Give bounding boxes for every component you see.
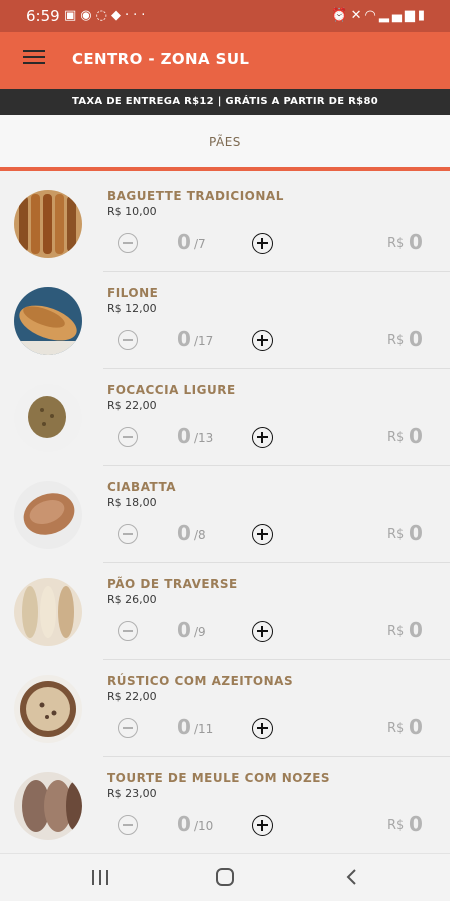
baguette-photo [14,190,82,258]
decrease-quantity-button[interactable] [118,815,138,835]
traverse-photo [14,578,82,646]
wifi-icon: ◠ [364,8,379,23]
increase-quantity-button[interactable] [252,524,273,545]
increase-quantity-button[interactable] [252,815,273,836]
decrease-quantity-button[interactable] [118,233,138,253]
vpn-icon: ◆ [110,8,125,23]
product-name: BAGUETTE TRADICIONAL [107,189,284,203]
quantity-value: 0 [177,618,191,642]
product-row: PÃO DE TRAVERSE R$ 26,00 0 /9 R$ 0 [0,563,450,660]
mute-icon: ✕ [350,8,365,23]
total-value: 0 [409,715,423,739]
decrease-quantity-button[interactable] [118,427,138,447]
product-name: FOCACCIA LIGURE [107,383,236,397]
increase-quantity-button[interactable] [252,427,273,448]
total-currency: R$ [387,333,405,348]
status-left-icons: ▣◉◌◆··· [64,8,149,23]
total-value: 0 [409,521,423,545]
maps-icon: ◉ [80,8,96,23]
home-icon[interactable] [216,868,234,886]
decrease-quantity-button[interactable] [118,524,138,544]
quantity-value: 0 [177,521,191,545]
notification-icon: ▣ [64,8,81,23]
total-currency: R$ [387,721,405,736]
tourte-photo [14,772,82,840]
back-icon[interactable] [344,868,362,886]
increase-quantity-button[interactable] [252,330,273,351]
product-name: TOURTE DE MEULE COM NOZES [107,771,331,785]
battery-icon: ▮ [417,8,428,23]
product-price: R$ 26,00 [107,593,157,606]
product-price: R$ 18,00 [107,496,157,509]
quantity-max: /17 [194,334,214,348]
product-row: RÚSTICO COM AZEITONAS R$ 22,00 0 /11 R$ … [0,660,450,757]
product-name: CIABATTA [107,480,177,494]
total-value: 0 [409,230,423,254]
status-time: 6:59 [26,7,60,25]
product-row: TOURTE DE MEULE COM NOZES R$ 23,00 0 /10… [0,757,450,853]
signal-icon: ▂▄▆ [378,8,418,23]
category-underline [0,167,450,171]
quantity-max: /9 [194,625,206,639]
decrease-quantity-button[interactable] [118,621,138,641]
recents-icon[interactable] [92,870,108,885]
total-value: 0 [409,327,423,351]
hamburger-menu-icon[interactable] [23,50,45,70]
status-right-icons: ⏰✕◠▂▄▆▮ [331,8,428,23]
filone-photo [14,287,82,355]
category-tab-paes[interactable]: PÃES [0,115,450,171]
quantity-value: 0 [177,715,191,739]
status-bar: 6:59 ▣◉◌◆··· ⏰✕◠▂▄▆▮ [0,0,450,32]
total-currency: R$ [387,527,405,542]
product-list[interactable]: BAGUETTE TRADICIONAL R$ 10,00 0 /7 R$ 0 … [0,175,450,853]
product-row: CIABATTA R$ 18,00 0 /8 R$ 0 [0,466,450,563]
product-row: FOCACCIA LIGURE R$ 22,00 0 /13 R$ 0 [0,369,450,466]
total-currency: R$ [387,236,405,251]
whatsapp-icon: ◌ [95,8,111,23]
quantity-max: /11 [194,722,214,736]
quantity-value: 0 [177,327,191,351]
total-currency: R$ [387,430,405,445]
product-price: R$ 10,00 [107,205,157,218]
product-name: RÚSTICO COM AZEITONAS [107,674,294,688]
product-price: R$ 23,00 [107,787,157,800]
product-name: FILONE [107,286,159,300]
system-nav-bar [0,853,450,901]
increase-quantity-button[interactable] [252,233,273,254]
category-tab-label: PÃES [209,135,241,149]
alarm-icon: ⏰ [331,8,351,23]
page-title: CENTRO - ZONA SUL [72,50,250,68]
quantity-max: /10 [194,819,214,833]
increase-quantity-button[interactable] [252,621,273,642]
decrease-quantity-button[interactable] [118,330,138,350]
product-row: FILONE R$ 12,00 0 /17 R$ 0 [0,272,450,369]
decrease-quantity-button[interactable] [118,718,138,738]
app-bar: CENTRO - ZONA SUL [0,32,450,89]
ciabatta-photo [14,481,82,549]
total-value: 0 [409,618,423,642]
rustico-photo [14,675,82,743]
product-price: R$ 12,00 [107,302,157,315]
delivery-fee-banner: TAXA DE ENTREGA R$12 | GRÁTIS A PARTIR D… [0,89,450,115]
total-currency: R$ [387,818,405,833]
quantity-max: /13 [194,431,214,445]
increase-quantity-button[interactable] [252,718,273,739]
quantity-max: /7 [194,237,206,251]
total-value: 0 [409,812,423,836]
product-name: PÃO DE TRAVERSE [107,577,238,591]
product-price: R$ 22,00 [107,399,157,412]
product-price: R$ 22,00 [107,690,157,703]
product-row: BAGUETTE TRADICIONAL R$ 10,00 0 /7 R$ 0 [0,175,450,272]
quantity-max: /8 [194,528,206,542]
quantity-value: 0 [177,230,191,254]
quantity-value: 0 [177,812,191,836]
focaccia-photo [14,384,82,452]
quantity-value: 0 [177,424,191,448]
total-currency: R$ [387,624,405,639]
more-dots-icon: ··· [124,8,150,23]
total-value: 0 [409,424,423,448]
